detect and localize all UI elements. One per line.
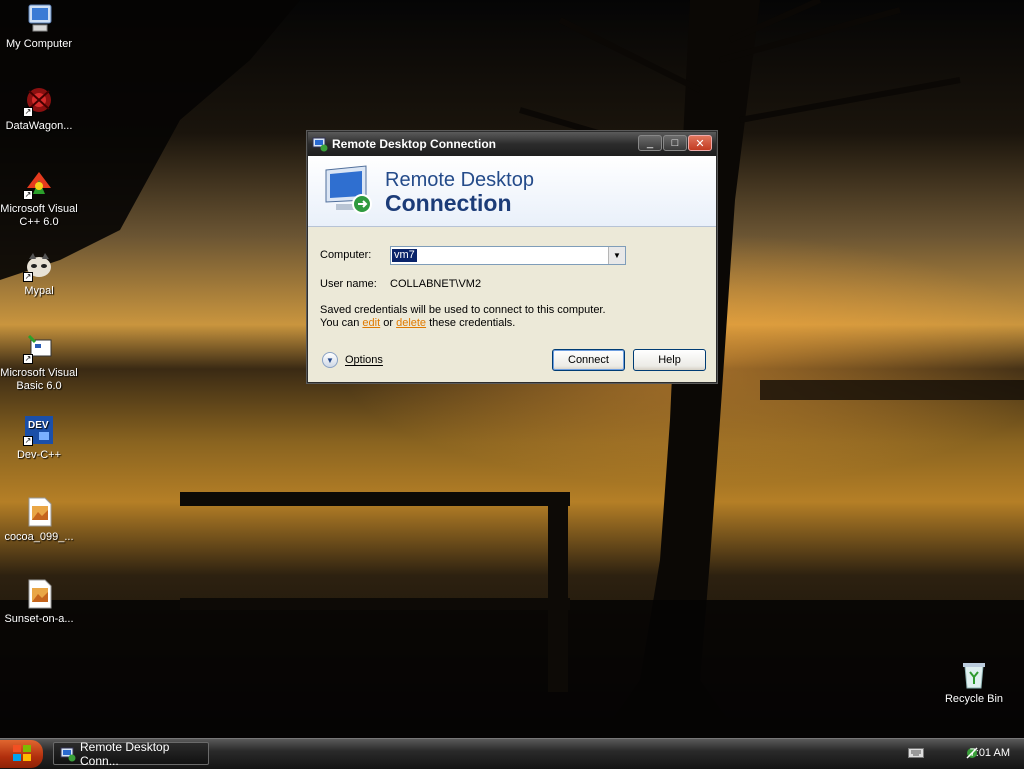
my-computer-icon bbox=[23, 3, 55, 35]
chevron-down-icon: ▼ bbox=[326, 355, 334, 365]
windows-logo-icon bbox=[12, 744, 32, 765]
desktop-icon-label: Sunset-on-a... bbox=[4, 613, 74, 625]
computer-label: Computer: bbox=[320, 249, 372, 261]
username-value: COLLABNET\VM2 bbox=[390, 278, 482, 290]
desktop-icon-label: Mypal bbox=[24, 285, 54, 297]
desktop-icon-label: Recycle Bin bbox=[944, 693, 1004, 705]
dialog-body: Computer: vm7 ▼ User name: COLLABNET\VM2… bbox=[308, 227, 716, 381]
dialog-banner: Remote Desktop Connection bbox=[308, 156, 716, 227]
desktop-icon-recycle-bin[interactable]: Recycle Bin bbox=[934, 658, 1014, 706]
desktop-icon-cocoa-file[interactable]: cocoa_099_... bbox=[0, 496, 79, 544]
help-button[interactable]: Help bbox=[633, 349, 706, 371]
desktop-icon-label: My Computer bbox=[5, 38, 73, 50]
remote-desktop-dialog: Remote Desktop Connection _ □ ✕ Remote D… bbox=[307, 131, 717, 383]
username-label: User name: bbox=[320, 278, 377, 290]
visual-basic-icon: ↗ bbox=[23, 332, 55, 364]
taskbar: Remote Desktop Conn... 7:01 AM bbox=[0, 738, 1024, 769]
banner-title-line2: Connection bbox=[385, 190, 512, 216]
image-file-icon bbox=[23, 496, 55, 528]
banner-title-line1: Remote Desktop bbox=[385, 169, 534, 191]
desktop-icon-label: DataWagon... bbox=[5, 120, 73, 132]
datawagon-icon: ↗ bbox=[23, 85, 55, 117]
credentials-middle: or bbox=[380, 317, 397, 329]
desktop-icon-datawagon[interactable]: ↗ DataWagon... bbox=[0, 85, 79, 133]
options-label[interactable]: Options bbox=[345, 354, 383, 366]
credentials-suffix: these credentials. bbox=[426, 317, 516, 329]
desktop-icon-label: Dev-C++ bbox=[16, 449, 62, 461]
dialog-title: Remote Desktop Connection bbox=[332, 137, 497, 151]
remote-desktop-large-icon bbox=[322, 164, 376, 218]
clock[interactable]: 7:01 AM bbox=[970, 747, 1010, 759]
minimize-button[interactable]: _ bbox=[638, 135, 662, 151]
desktop-icon-label: Microsoft Visual Basic 6.0 bbox=[0, 367, 78, 392]
maximize-icon: □ bbox=[671, 137, 679, 149]
taskbar-item-label: Remote Desktop Conn... bbox=[80, 739, 170, 768]
remote-desktop-icon bbox=[312, 136, 328, 152]
chevron-down-icon[interactable]: ▼ bbox=[608, 247, 625, 264]
keyboard-icon[interactable] bbox=[908, 747, 924, 762]
start-button[interactable] bbox=[0, 740, 43, 768]
shortcut-arrow-icon: ↗ bbox=[23, 354, 33, 364]
close-button[interactable]: ✕ bbox=[688, 135, 712, 151]
computer-value: vm7 bbox=[392, 249, 417, 262]
options-expand-button[interactable]: ▼ bbox=[322, 352, 338, 368]
dev-cpp-icon: DEV ↗ bbox=[23, 414, 55, 446]
shortcut-arrow-icon: ↗ bbox=[23, 436, 33, 446]
image-file-icon bbox=[23, 578, 55, 610]
delete-credentials-link[interactable]: delete bbox=[396, 317, 426, 329]
dialog-titlebar[interactable]: Remote Desktop Connection _ □ ✕ bbox=[308, 132, 716, 156]
taskbar-item-remote-desktop[interactable]: Remote Desktop Conn... bbox=[53, 739, 209, 768]
shortcut-arrow-icon: ↗ bbox=[23, 272, 33, 282]
minimize-icon: _ bbox=[646, 137, 654, 149]
connect-button[interactable]: Connect bbox=[552, 349, 625, 371]
credentials-actions-text: You can edit or delete these credentials… bbox=[320, 317, 515, 329]
recycle-bin-icon bbox=[958, 658, 990, 690]
credentials-prefix: You can bbox=[320, 317, 363, 329]
close-icon: ✕ bbox=[695, 137, 705, 150]
svg-text:DEV: DEV bbox=[28, 420, 49, 431]
edit-credentials-link[interactable]: edit bbox=[362, 317, 380, 329]
desktop-icon-sunset-file[interactable]: Sunset-on-a... bbox=[0, 578, 79, 626]
mypal-icon: ↗ bbox=[23, 250, 55, 282]
desktop-icon-visual-cpp[interactable]: ↗ Microsoft Visual C++ 6.0 bbox=[0, 168, 79, 229]
desktop-icon-visual-basic[interactable]: ↗ Microsoft Visual Basic 6.0 bbox=[0, 332, 79, 393]
desktop-icon-label: cocoa_099_... bbox=[4, 531, 74, 543]
desktop-icon-mypal[interactable]: ↗ Mypal bbox=[0, 250, 79, 298]
maximize-button[interactable]: □ bbox=[663, 135, 687, 151]
saved-credentials-text: Saved credentials will be used to connec… bbox=[320, 304, 606, 316]
desktop-icon-label: Microsoft Visual C++ 6.0 bbox=[0, 203, 78, 228]
remote-desktop-icon bbox=[60, 746, 76, 762]
system-tray: 7:01 AM bbox=[884, 739, 1024, 769]
shortcut-arrow-icon: ↗ bbox=[23, 107, 33, 117]
computer-combobox[interactable]: vm7 ▼ bbox=[390, 246, 626, 265]
shortcut-arrow-icon: ↗ bbox=[23, 190, 33, 200]
visual-cpp-icon: ↗ bbox=[23, 168, 55, 200]
desktop-icon-dev-cpp[interactable]: DEV ↗ Dev-C++ bbox=[0, 414, 79, 462]
desktop-icon-my-computer[interactable]: My Computer bbox=[0, 3, 79, 51]
